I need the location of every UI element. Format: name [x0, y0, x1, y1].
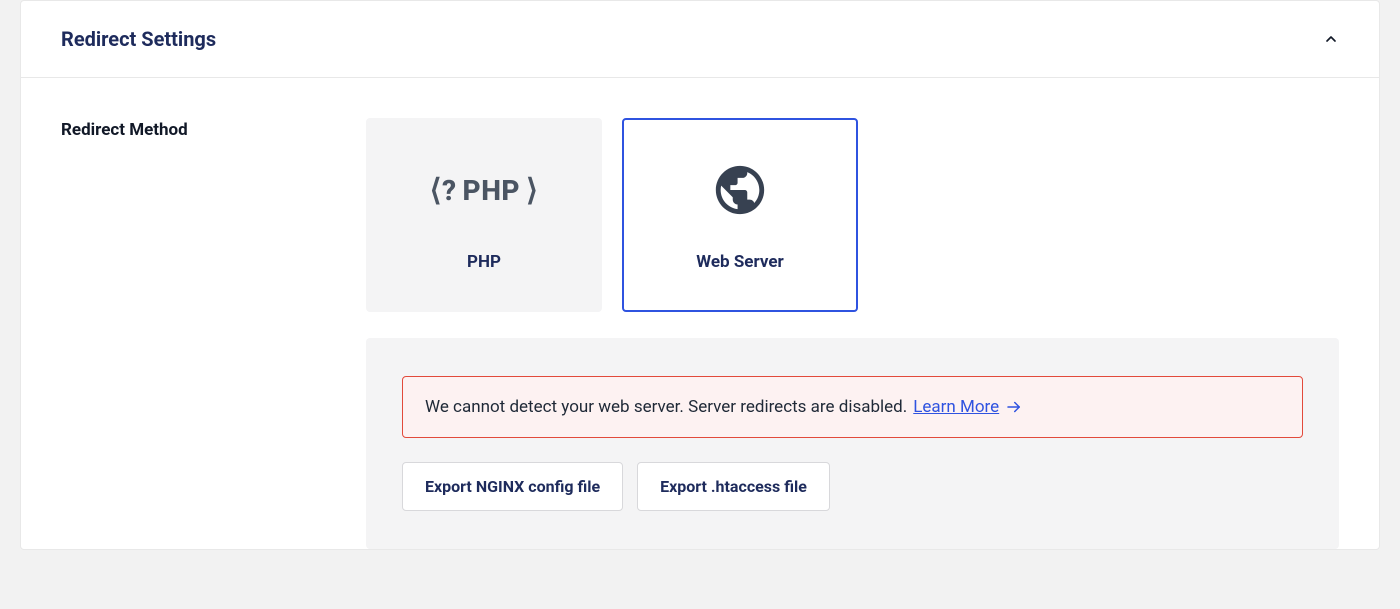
- settings-panel: Redirect Settings Redirect Method ⟨?PHP⟩…: [20, 0, 1380, 550]
- learn-more-link[interactable]: Learn More: [913, 397, 1023, 417]
- content-column: ⟨?PHP⟩ PHP Web Server We canno: [366, 118, 1339, 549]
- learn-more-text: Learn More: [913, 397, 999, 417]
- option-card-webserver[interactable]: Web Server: [622, 118, 858, 312]
- panel-title: Redirect Settings: [61, 27, 216, 51]
- option-cards-row: ⟨?PHP⟩ PHP Web Server: [366, 118, 1339, 312]
- option-label-php: PHP: [467, 252, 501, 272]
- panel-body: Redirect Method ⟨?PHP⟩ PHP: [21, 78, 1379, 549]
- export-htaccess-button[interactable]: Export .htaccess file: [637, 462, 830, 511]
- chevron-up-icon: [1323, 31, 1339, 47]
- label-column: Redirect Method: [61, 118, 366, 549]
- option-card-php[interactable]: ⟨?PHP⟩ PHP: [366, 118, 602, 312]
- php-icon: ⟨?PHP⟩: [430, 158, 539, 222]
- option-label-webserver: Web Server: [696, 252, 784, 272]
- error-alert: We cannot detect your web server. Server…: [402, 376, 1303, 438]
- arrow-right-icon: [1005, 398, 1023, 416]
- export-buttons-row: Export NGINX config file Export .htacces…: [402, 462, 1303, 511]
- webserver-details-section: We cannot detect your web server. Server…: [366, 338, 1339, 549]
- alert-text: We cannot detect your web server. Server…: [425, 397, 907, 417]
- panel-header[interactable]: Redirect Settings: [21, 1, 1379, 78]
- globe-icon: [711, 158, 769, 222]
- field-label: Redirect Method: [61, 118, 366, 140]
- export-nginx-button[interactable]: Export NGINX config file: [402, 462, 623, 511]
